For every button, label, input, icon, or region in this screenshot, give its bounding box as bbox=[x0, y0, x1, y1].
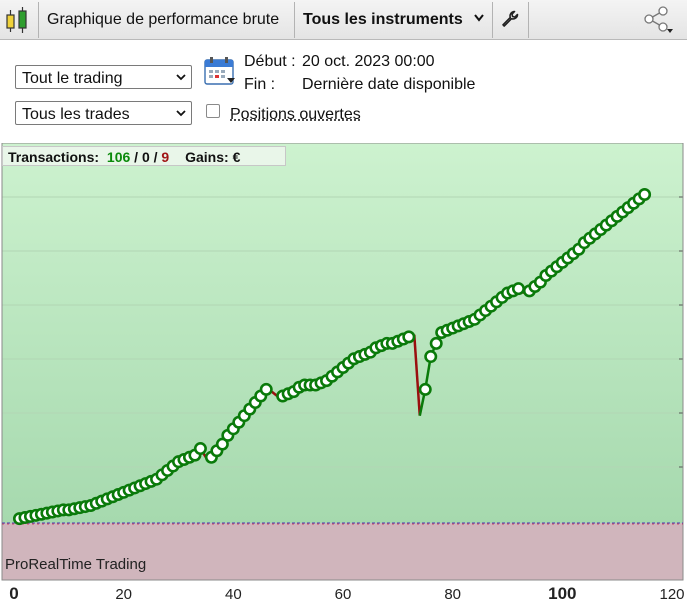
start-label: Début : bbox=[244, 53, 296, 70]
data-point bbox=[259, 382, 273, 396]
data-point bbox=[638, 187, 652, 201]
x-tick-label: 20 bbox=[115, 586, 132, 603]
data-point bbox=[418, 382, 432, 396]
share-icon[interactable] bbox=[641, 6, 675, 34]
chevron-down-icon[interactable] bbox=[472, 11, 486, 25]
data-point bbox=[402, 330, 416, 344]
watermark: ProRealTime Trading bbox=[5, 556, 147, 573]
data-point bbox=[429, 336, 443, 350]
x-tick-label: 40 bbox=[225, 586, 242, 603]
neutral-count: 0 bbox=[141, 149, 150, 165]
legend-separator: / bbox=[149, 149, 162, 165]
x-tick-label: 120 bbox=[659, 586, 684, 603]
transactions-legend: Transactions: 106 / 0 / 9 Gains: € bbox=[2, 146, 286, 166]
losses-count: 9 bbox=[161, 149, 170, 165]
performance-chart[interactable]: 0 20 40 60 80 100 120 bbox=[0, 143, 687, 604]
trading-select-value: Tout le trading bbox=[22, 70, 123, 87]
window-title: Graphique de performance brute bbox=[47, 11, 280, 28]
chevron-down-icon bbox=[176, 110, 186, 117]
x-tick-label: 80 bbox=[444, 586, 461, 603]
x-tick-label: 0 bbox=[9, 584, 18, 603]
end-date-value[interactable]: Dernière date disponible bbox=[302, 76, 475, 94]
gains-label: Gains: € bbox=[185, 149, 241, 165]
chart-canvas[interactable]: 0 20 40 60 80 100 120 bbox=[0, 143, 687, 604]
wrench-icon[interactable] bbox=[500, 9, 520, 29]
start-date-value[interactable]: 20 oct. 2023 00:00 bbox=[302, 53, 435, 71]
toolbar-divider bbox=[528, 2, 529, 38]
legend-separator: / bbox=[130, 149, 142, 165]
wins-count: 106 bbox=[106, 149, 131, 165]
calendar-icon[interactable] bbox=[204, 56, 236, 86]
trades-select[interactable]: Tous les trades bbox=[15, 101, 192, 125]
toolbar-divider bbox=[294, 2, 295, 38]
end-label: Fin : bbox=[244, 76, 276, 93]
data-point bbox=[424, 350, 438, 364]
x-tick-label: 100 bbox=[548, 584, 576, 603]
instrument-selector[interactable]: Tous les instruments bbox=[303, 11, 463, 29]
transactions-label: Transactions: bbox=[8, 149, 100, 165]
profit-area bbox=[2, 143, 683, 523]
x-tick-label: 60 bbox=[335, 586, 352, 603]
open-positions-label[interactable]: Positions ouvertes bbox=[230, 106, 361, 124]
toolbar-divider bbox=[492, 2, 493, 38]
trading-select[interactable]: Tout le trading bbox=[15, 65, 192, 89]
candlestick-icon[interactable] bbox=[4, 6, 34, 34]
data-point bbox=[511, 282, 525, 296]
open-positions-checkbox[interactable] bbox=[206, 104, 220, 118]
toolbar-divider bbox=[38, 2, 39, 38]
data-point bbox=[193, 442, 207, 456]
toolbar: Graphique de performance brute Tous les … bbox=[0, 0, 687, 40]
trades-select-value: Tous les trades bbox=[22, 106, 130, 123]
chevron-down-icon bbox=[176, 74, 186, 81]
